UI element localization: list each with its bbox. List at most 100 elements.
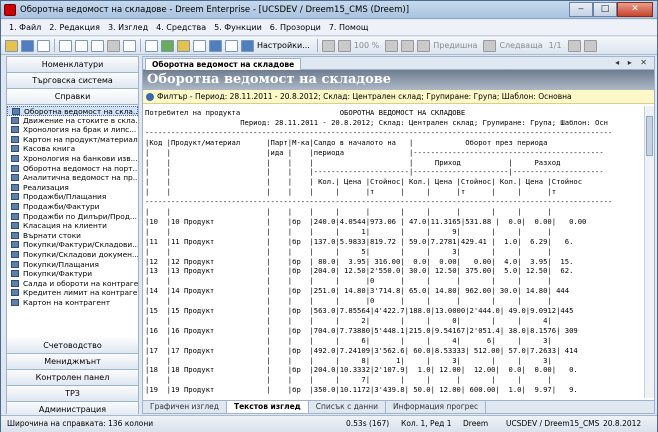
report-item[interactable]: Покупки/Складови докумен...: [7, 250, 138, 260]
paste-icon[interactable]: [91, 39, 104, 52]
filter-icon[interactable]: [145, 39, 158, 52]
copy-icon[interactable]: [75, 39, 88, 52]
report-item[interactable]: Касова книга: [7, 144, 138, 154]
page-view-icon[interactable]: [401, 39, 415, 52]
report-item[interactable]: Оборотна ведомост на порт...: [7, 164, 138, 174]
section-control-panel[interactable]: Контролен панел: [7, 370, 138, 386]
minimize-button[interactable]: ‒: [569, 2, 593, 17]
text-report-view[interactable]: Потребител на продукта ОБОРОТНА ВЕДОМОСТ…: [143, 106, 654, 398]
report-item[interactable]: Реализация: [7, 183, 138, 193]
report-item[interactable]: Оборотна ведомост на скла...: [7, 106, 138, 116]
previous-page-button[interactable]: Предишна: [433, 41, 477, 50]
menu-edit[interactable]: 2. Редакция: [49, 23, 100, 32]
close-button[interactable]: ✕: [617, 2, 653, 17]
report-line: | | | | | | |т | | |т | | |т: [145, 187, 557, 197]
report-icon: [12, 108, 20, 115]
fit-page-icon[interactable]: [385, 39, 399, 52]
status-bar: Широчина на справката: 136 колони 0.53s …: [1, 415, 657, 432]
report-line: |19 |19 Продукт | |бр |350.0|10.1172|3'4…: [145, 385, 578, 395]
report-line: | | | | | | |0 | | | | | |: [145, 276, 552, 286]
menu-tools[interactable]: 4. Средства: [156, 23, 206, 32]
page-indicator: 1/1: [548, 41, 562, 50]
report-item[interactable]: Картон на продукт/материал: [7, 135, 138, 145]
report-item[interactable]: Продажби/Плащания: [7, 192, 138, 202]
tab-report[interactable]: Оборотна ведомост на складове: [145, 58, 302, 70]
report-icon: [11, 126, 19, 134]
report-line: | | |ида | |периода |-------------------…: [145, 147, 604, 157]
menu-view[interactable]: 3. Изглед: [108, 23, 148, 32]
save-icon[interactable]: [21, 39, 34, 52]
open-folder-icon[interactable]: [5, 39, 18, 52]
zoom-out-icon[interactable]: [337, 39, 351, 52]
refresh-icon[interactable]: [161, 39, 174, 52]
application-window: Оборотна ведомост на складове - Dreem En…: [0, 0, 658, 432]
scroll-thumb[interactable]: [646, 116, 653, 156]
report-item[interactable]: Продажби по Дилъри/Прод...: [7, 212, 138, 222]
report-icon: [11, 222, 19, 230]
section-management[interactable]: Мениджмънт: [7, 354, 138, 370]
report-item[interactable]: Класация на клиенти: [7, 221, 138, 231]
report-line: |15 |15 Продукт | |бр |563.0|7.85564|4'4…: [145, 306, 574, 315]
report-item[interactable]: Хронология на банкови изв...: [7, 154, 138, 164]
report-line: | | | | | | 2| | | 0| | | 4|: [145, 315, 552, 325]
zoom-in-icon[interactable]: [321, 39, 335, 52]
section-reports[interactable]: Справки: [7, 89, 138, 105]
tab-data-list[interactable]: Списък с данни: [309, 401, 387, 413]
section-payroll[interactable]: ТРЗ: [7, 386, 138, 402]
report-icon: [11, 231, 19, 239]
report-line: |Код |Продукт/материал |Парт|М-ка|Салдо …: [145, 137, 548, 147]
zoom-level[interactable]: 100 %: [354, 41, 379, 50]
back-arrow-icon[interactable]: [567, 39, 581, 52]
grid-icon[interactable]: [225, 39, 238, 52]
status-time: 0.53s (167): [346, 419, 390, 428]
new-document-icon[interactable]: [37, 39, 50, 52]
help-icon[interactable]: [177, 39, 190, 52]
report-icon: [11, 116, 19, 124]
vertical-scrollbar[interactable]: [644, 106, 654, 398]
report-line: |13 |13 Продукт | |бр |204.0| 12.50|2'55…: [145, 266, 574, 276]
toolbar-separator: [140, 39, 141, 52]
report-icon: [11, 250, 19, 258]
tab-text-view[interactable]: Текстов изглед: [226, 401, 309, 413]
section-nomenclatures[interactable]: Номенклатури: [7, 57, 138, 73]
tab-controls[interactable]: ◂ ▸ ✕: [615, 58, 650, 67]
report-item[interactable]: Покупки/Плащания: [7, 260, 138, 270]
print-preview-icon[interactable]: [123, 39, 136, 52]
next-page-button[interactable]: Следваща: [499, 41, 542, 50]
print-icon[interactable]: [107, 39, 120, 52]
report-icon: [11, 279, 19, 287]
first-page-icon[interactable]: [417, 39, 431, 52]
report-item[interactable]: Хронология на брак и липс...: [7, 125, 138, 135]
report-item[interactable]: Продажби/Фактури: [7, 202, 138, 212]
tab-graphic-view[interactable]: Графичен изглед: [143, 401, 227, 413]
section-trade-system[interactable]: Търговска система: [7, 73, 138, 89]
report-item[interactable]: Аналитична ведомост на пр...: [7, 173, 138, 183]
menu-help[interactable]: 7. Помощ: [329, 23, 369, 32]
report-icon: [11, 193, 19, 201]
report-line: |12 |12 Продукт | |бр | 80.0| 3.95| 316.…: [145, 256, 574, 266]
settings-icon[interactable]: [241, 39, 254, 52]
export-icon[interactable]: [193, 39, 206, 52]
report-item[interactable]: Картон на контрагент: [7, 298, 138, 308]
report-item[interactable]: Покупки/Фактури/Складови...: [7, 240, 138, 250]
chart-icon[interactable]: [209, 39, 222, 52]
report-icon: [11, 164, 19, 172]
forward-arrow-icon[interactable]: [583, 39, 597, 52]
menu-functions[interactable]: 5. Функции: [214, 23, 262, 32]
report-item[interactable]: Движение на стоките в скла...: [7, 116, 138, 126]
report-item[interactable]: Покупки/Фактури: [7, 269, 138, 279]
report-line: |17 |17 Продукт | |бр |492.0|7.24109|3'5…: [145, 345, 578, 355]
menu-windows[interactable]: 6. Прозорци: [270, 23, 321, 32]
section-accounting[interactable]: Счетоводство: [7, 338, 138, 354]
next-page-icon[interactable]: [483, 39, 497, 52]
maximize-button[interactable]: □: [593, 2, 617, 17]
report-icon: [11, 241, 19, 249]
menu-file[interactable]: 1. Файл: [9, 23, 41, 32]
settings-button[interactable]: Настройки...: [257, 41, 310, 50]
tab-progress-info[interactable]: Информация прогрес: [386, 401, 487, 413]
report-item[interactable]: Върнати стоки: [7, 231, 138, 241]
report-item[interactable]: Кредитен лимит на контраге...: [7, 288, 138, 298]
report-item[interactable]: Салда и обороти на контраге...: [7, 279, 138, 289]
report-line: |14 |14 Продукт | |бр |251.0| 14.80|3'71…: [145, 286, 570, 296]
cut-icon[interactable]: [59, 39, 72, 52]
